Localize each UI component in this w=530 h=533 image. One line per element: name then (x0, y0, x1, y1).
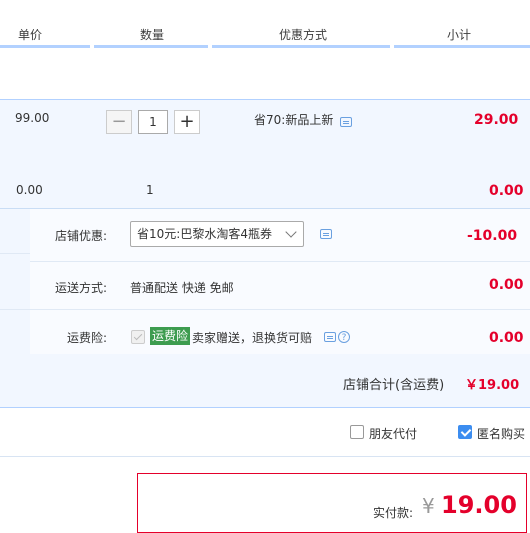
header-underline (0, 45, 90, 48)
chevron-down-icon (285, 226, 297, 238)
insurance-cost: 0.00 (489, 330, 524, 346)
quantity-input[interactable]: 1 (138, 110, 168, 134)
insurance-tag: 运费险 (150, 327, 191, 345)
item-promo: 省70:新品上新 (254, 113, 334, 127)
gift-quantity: 1 (146, 183, 154, 197)
shipping-cost: 0.00 (489, 277, 524, 293)
divider (0, 309, 30, 310)
divider (0, 253, 30, 254)
shop-discount-value: 省10元:巴黎水淘客4瓶券 (137, 227, 272, 241)
anonymous-label[interactable]: 匿名购买 (477, 425, 525, 442)
shipping-label: 运送方式: (55, 281, 108, 295)
payment-label: 实付款: (373, 506, 414, 520)
item-price: 99.00 (15, 111, 50, 125)
gift-subtotal: 0.00 (489, 183, 524, 199)
header-quantity: 数量 (140, 28, 165, 42)
divider (0, 456, 530, 457)
friend-pay-checkbox[interactable] (350, 425, 364, 439)
insurance-label: 运费险: (67, 331, 108, 345)
quantity-increase-button[interactable]: + (174, 110, 200, 134)
header-subtotal: 小计 (447, 28, 472, 42)
shop-total-amount: ￥19.00 (465, 378, 520, 393)
payment-amount: 19.00 (441, 491, 517, 519)
table-header: 单价 数量 优惠方式 小计 (0, 22, 530, 48)
shop-discount-amount: -10.00 (467, 228, 518, 244)
shop-discount-select[interactable]: 省10元:巴黎水淘客4瓶券 (130, 221, 304, 247)
help-icon[interactable]: ? (338, 331, 350, 343)
header-price: 单价 (18, 28, 43, 42)
chat-icon[interactable] (340, 117, 352, 127)
header-underline (212, 45, 390, 48)
header-promo: 优惠方式 (279, 28, 328, 42)
header-underline (94, 45, 208, 48)
insurance-desc: 卖家赠送，退换货可赔 (192, 331, 313, 345)
gift-price: 0.00 (16, 183, 43, 197)
chat-icon[interactable] (324, 332, 336, 342)
quantity-decrease-button[interactable]: − (106, 110, 132, 134)
currency-symbol: ¥ (422, 494, 435, 518)
header-underline (394, 45, 530, 48)
chat-icon[interactable] (320, 229, 332, 239)
friend-pay-label[interactable]: 朋友代付 (369, 425, 417, 442)
anonymous-checkbox[interactable] (458, 425, 472, 439)
shop-discount-label: 店铺优惠: (55, 229, 108, 243)
shipping-method: 普通配送 快递 免邮 (130, 281, 234, 295)
shop-total-label: 店铺合计(含运费) (343, 378, 445, 393)
insurance-checkbox (131, 330, 145, 344)
item-subtotal: 29.00 (474, 112, 519, 128)
divider (30, 309, 530, 310)
divider (30, 261, 530, 262)
shop-total-bar (0, 355, 530, 408)
